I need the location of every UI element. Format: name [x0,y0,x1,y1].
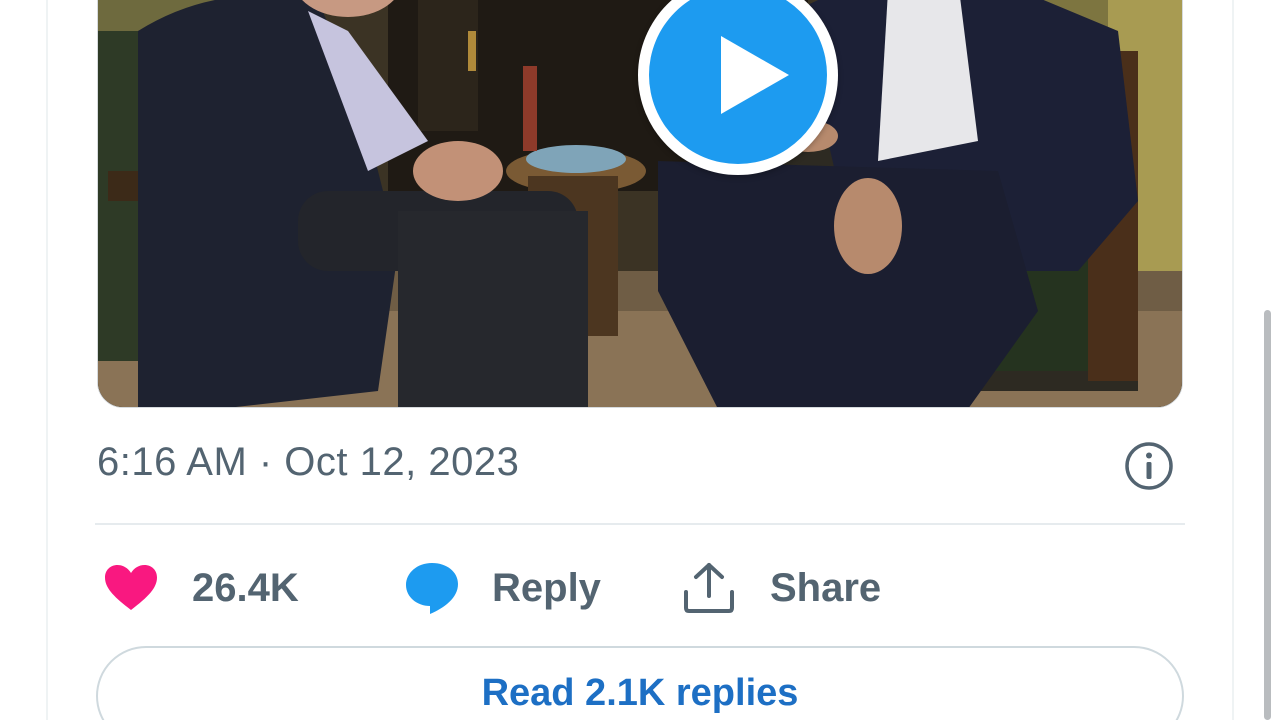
divider [95,523,1185,525]
share-upload-icon [684,563,734,613]
video-player[interactable] [97,0,1183,408]
play-button-circle [649,0,827,164]
tweet-timestamp[interactable]: 6:16 AM · Oct 12, 2023 [97,440,519,485]
heart-icon [105,565,157,610]
like-button[interactable]: 26.4K [104,560,334,616]
share-label: Share [770,566,882,610]
card-border-right [1232,0,1234,720]
card-border-left [46,0,48,720]
like-count: 26.4K [192,566,299,610]
reply-label: Reply [492,566,601,610]
tweet-detail-page: 6:16 AM · Oct 12, 2023 26.4K Reply Share… [0,0,1280,720]
share-button[interactable]: Share [682,560,912,616]
play-icon [721,36,789,114]
speech-bubble-icon [406,563,458,614]
info-icon[interactable] [1124,441,1174,491]
scrollbar-thumb[interactable] [1264,310,1271,720]
read-replies-label: Read 2.1K replies [481,672,799,714]
reply-button[interactable]: Reply [404,560,624,616]
read-replies-button[interactable]: Read 2.1K replies [96,646,1184,720]
